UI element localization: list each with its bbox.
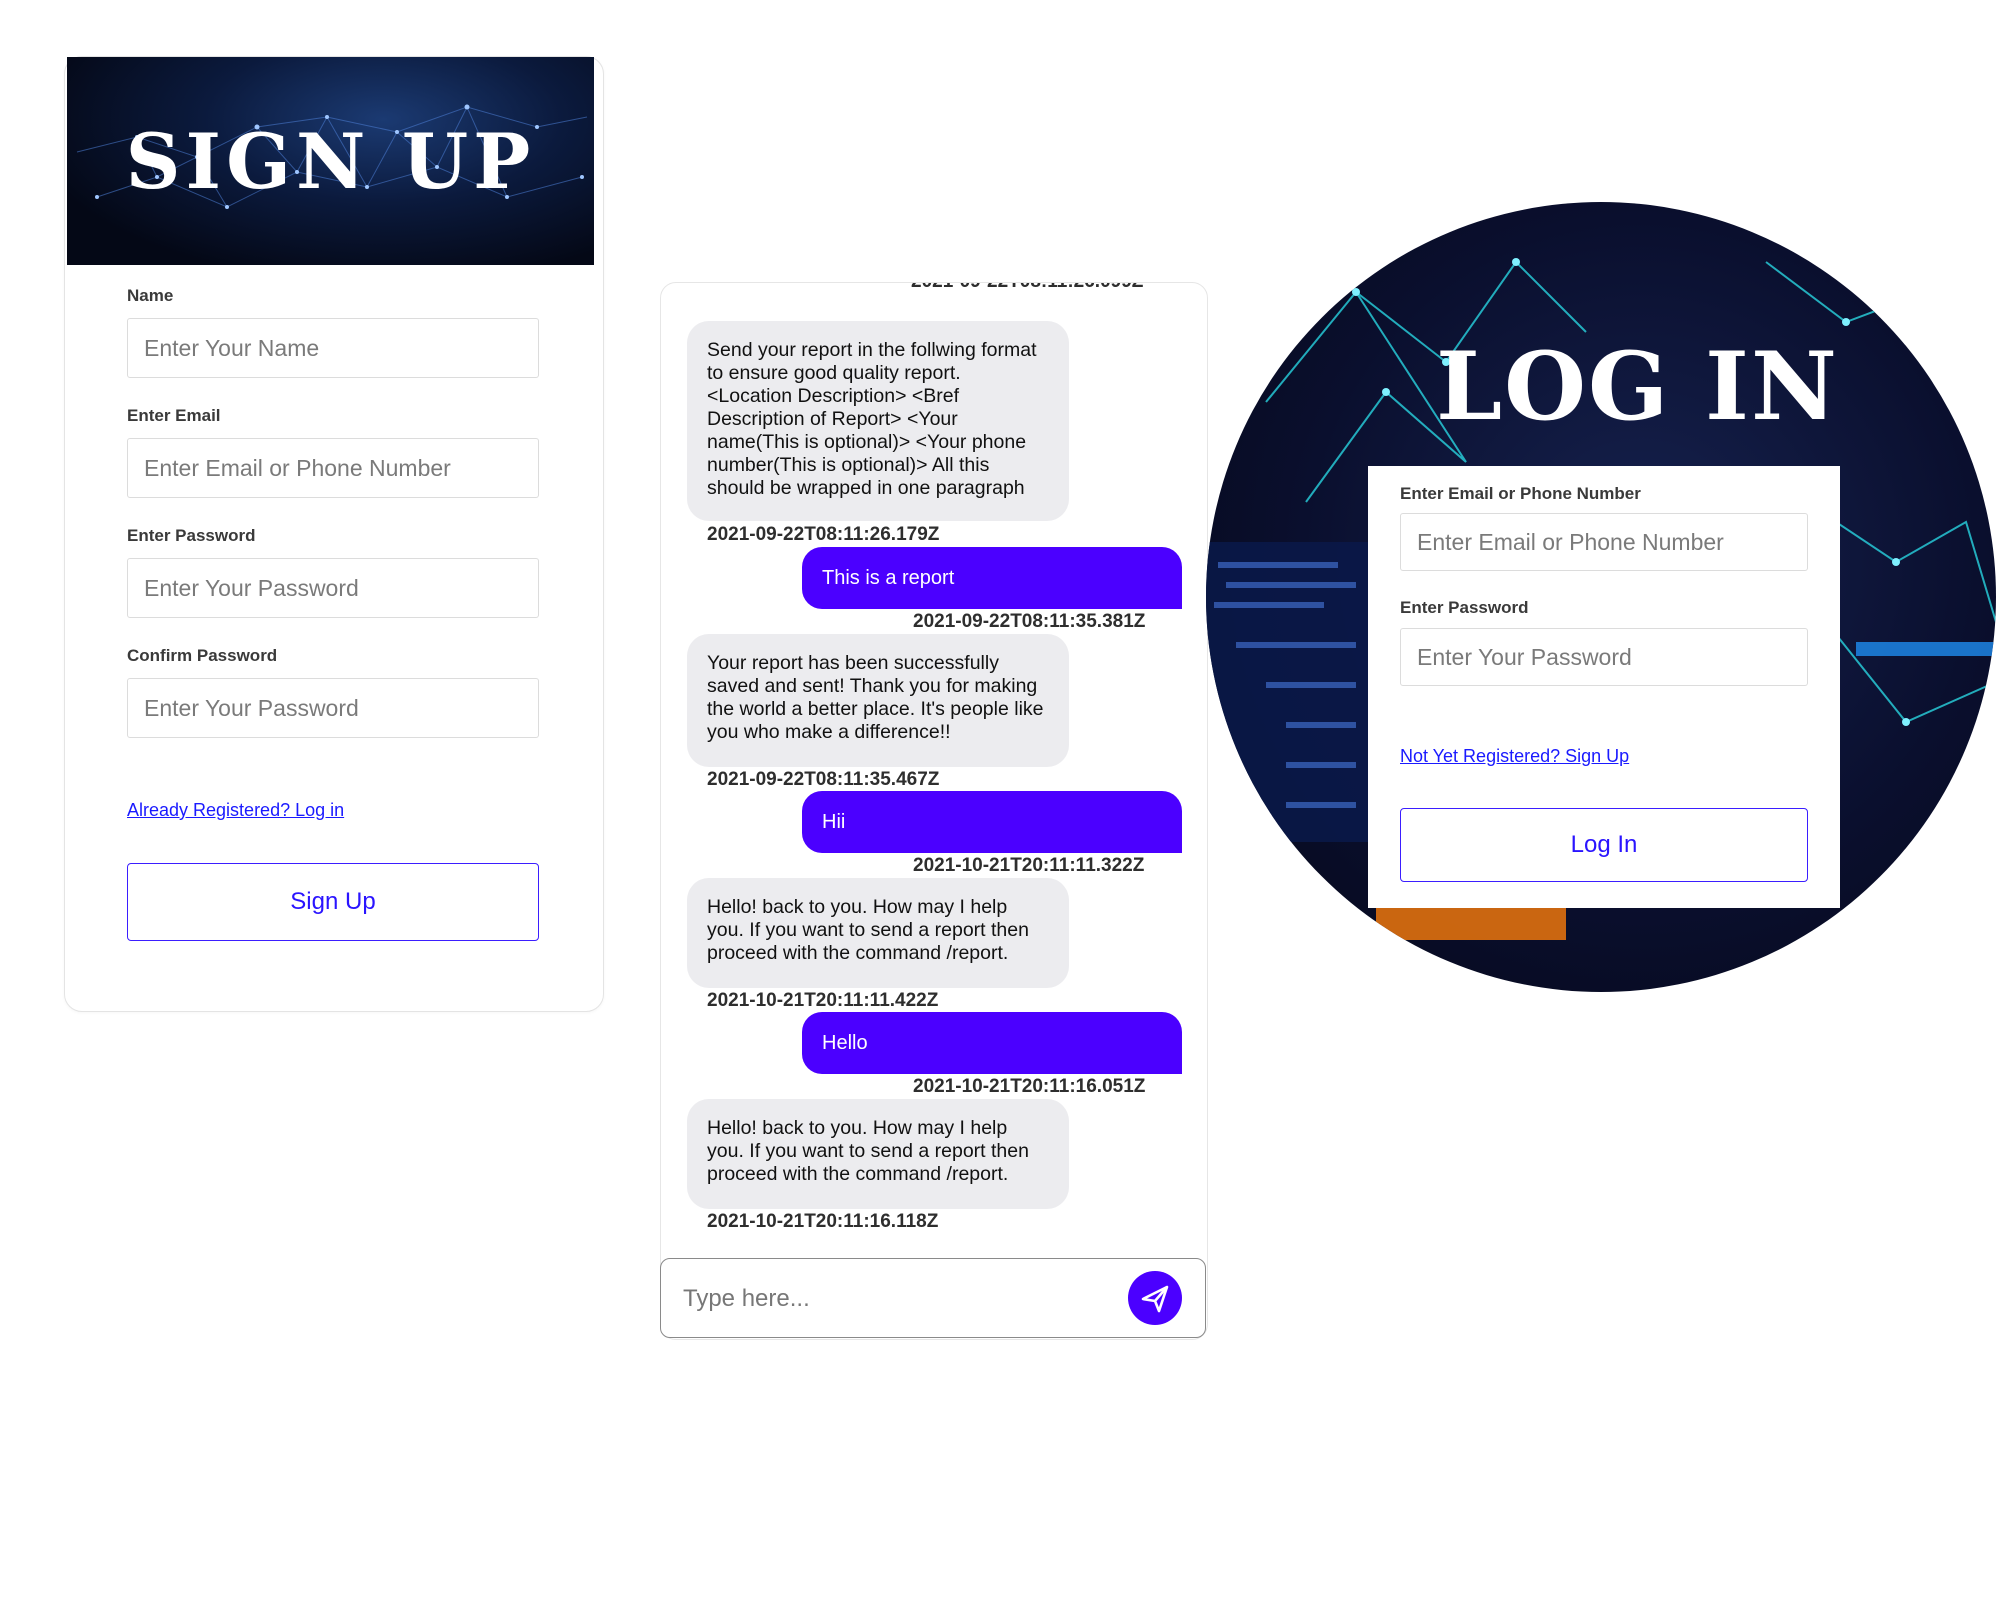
bot-message: Hello! back to you. How may I help you. … [687, 878, 1069, 988]
message-timestamp: 2021-09-22T08:11:26.179Z [707, 524, 940, 545]
chat-window: 2021-09-22T08:11:26.099Z Send your repor… [660, 282, 1208, 1340]
signup-link[interactable]: Not Yet Registered? Sign Up [1400, 746, 1629, 767]
message-timestamp: 2021-09-22T08:11:35.467Z [707, 769, 940, 790]
bot-message: Hello! back to you. How may I help you. … [687, 1099, 1069, 1209]
login-email-input[interactable] [1400, 513, 1808, 571]
confirm-password-input[interactable] [127, 678, 539, 738]
password-input[interactable] [127, 558, 539, 618]
login-email-label: Enter Email or Phone Number [1400, 484, 1641, 503]
user-message: This is a report [802, 547, 1182, 609]
message-timestamp: 2021-10-21T20:11:11.322Z [913, 855, 1145, 876]
send-button[interactable] [1128, 1271, 1182, 1325]
confirm-password-label: Confirm Password [127, 646, 278, 665]
user-message: Hii [802, 791, 1182, 853]
password-label: Enter Password [127, 526, 256, 545]
message-timestamp: 2021-09-22T08:11:35.381Z [913, 611, 1146, 632]
login-link[interactable]: Already Registered? Log in [127, 800, 344, 821]
email-input[interactable] [127, 438, 539, 498]
login-button[interactable]: Log In [1400, 808, 1808, 882]
user-message: Hello [802, 1012, 1182, 1074]
bot-message: Your report has been successfully saved … [687, 634, 1069, 767]
login-form-panel: Enter Email or Phone Number Enter Passwo… [1368, 466, 1840, 908]
message-timestamp: 2021-10-21T20:11:16.051Z [913, 1076, 1146, 1097]
signup-banner: SIGN UP [67, 57, 594, 265]
name-label: Name [127, 286, 174, 305]
signup-button[interactable]: Sign Up [127, 863, 539, 941]
bot-message: Send your report in the follwing format … [687, 321, 1069, 521]
chat-input-bar [660, 1258, 1206, 1338]
login-password-input[interactable] [1400, 628, 1808, 686]
message-timestamp: 2021-10-21T20:11:11.422Z [707, 990, 939, 1011]
name-input[interactable] [127, 318, 539, 378]
login-password-label: Enter Password [1400, 598, 1529, 617]
signup-card: SIGN UP Name Enter Email Enter Password … [64, 56, 604, 1012]
login-title: LOG IN [1436, 332, 1839, 442]
send-icon [1141, 1285, 1169, 1313]
email-label: Enter Email [127, 406, 221, 425]
signup-title: SIGN UP [125, 117, 536, 206]
message-input[interactable] [681, 1277, 1105, 1321]
cut-off-timestamp: 2021-09-22T08:11:26.099Z [911, 283, 1161, 292]
message-timestamp: 2021-10-21T20:11:16.118Z [707, 1211, 939, 1232]
